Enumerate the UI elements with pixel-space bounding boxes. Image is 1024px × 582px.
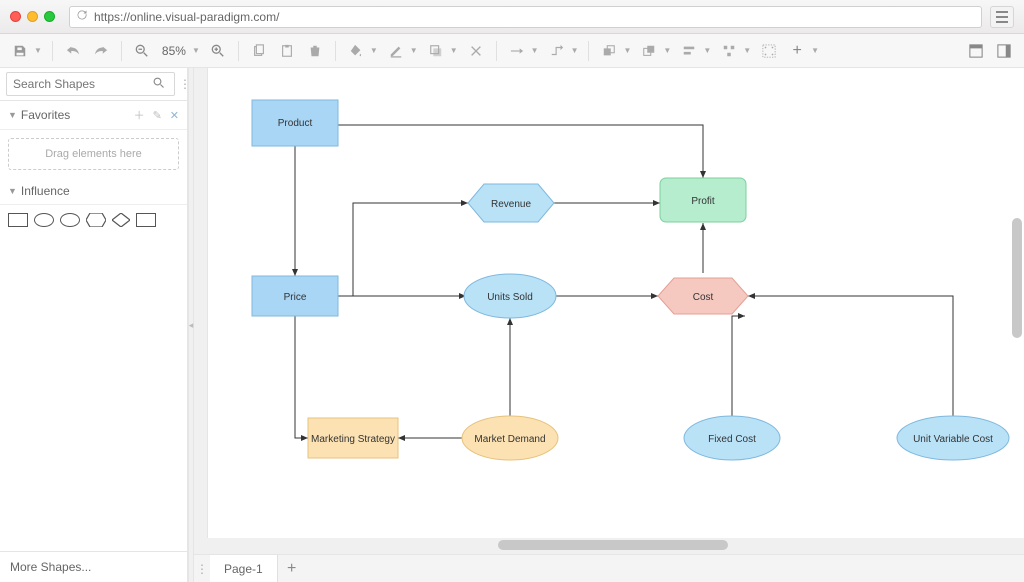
line-color-button[interactable] bbox=[384, 39, 408, 63]
app-menu-icon[interactable] bbox=[990, 6, 1014, 28]
close-favorite-icon[interactable]: ✕ bbox=[170, 109, 179, 122]
add-button[interactable]: + bbox=[785, 39, 809, 63]
edge-variable-cost[interactable] bbox=[748, 296, 953, 418]
vertical-scrollbar[interactable] bbox=[1012, 68, 1022, 538]
add-dropdown-icon[interactable]: ▼ bbox=[811, 46, 819, 55]
node-product[interactable]: Product bbox=[252, 100, 338, 146]
back-dropdown-icon[interactable]: ▼ bbox=[663, 46, 671, 55]
collapse-icon: ▼ bbox=[8, 186, 17, 196]
copy-button[interactable] bbox=[247, 39, 271, 63]
shape-palette bbox=[0, 205, 187, 238]
svg-text:Revenue: Revenue bbox=[491, 199, 531, 210]
influence-title: Influence bbox=[21, 184, 179, 198]
connection-dropdown-icon[interactable]: ▼ bbox=[531, 46, 539, 55]
undo-button[interactable] bbox=[61, 39, 85, 63]
rectangle2-shape[interactable] bbox=[136, 213, 156, 227]
edge-fixed-cost[interactable] bbox=[732, 316, 745, 418]
ellipse-bold-shape[interactable] bbox=[60, 213, 80, 227]
node-fixed-cost[interactable]: Fixed Cost bbox=[684, 416, 780, 460]
maximize-window-icon[interactable] bbox=[44, 11, 55, 22]
window-controls bbox=[10, 11, 55, 22]
svg-text:Cost: Cost bbox=[693, 292, 714, 303]
shapes-sidebar: ⋮ ▼ Favorites ＋ ✎ ✕ Drag elements here ▼… bbox=[0, 68, 188, 582]
diagram-canvas[interactable]: Product Price Revenue Prof bbox=[208, 68, 1024, 538]
node-revenue[interactable]: Revenue bbox=[468, 184, 554, 222]
redo-button[interactable] bbox=[89, 39, 113, 63]
favorites-panel-header[interactable]: ▼ Favorites ＋ ✎ ✕ bbox=[0, 101, 187, 130]
delete-button[interactable] bbox=[303, 39, 327, 63]
node-profit[interactable]: Profit bbox=[660, 178, 746, 222]
url-bar[interactable] bbox=[69, 6, 982, 28]
more-shapes-button[interactable]: More Shapes... bbox=[0, 551, 187, 582]
zoom-out-button[interactable] bbox=[130, 39, 154, 63]
sheet-tabs: ⋮ Page-1 + bbox=[194, 554, 1024, 582]
shadow-dropdown-icon[interactable]: ▼ bbox=[450, 46, 458, 55]
horizontal-scrollbar[interactable] bbox=[208, 540, 1010, 550]
favorites-title: Favorites bbox=[21, 108, 126, 122]
waypoint-dropdown-icon[interactable]: ▼ bbox=[571, 46, 579, 55]
minimize-window-icon[interactable] bbox=[27, 11, 38, 22]
zoom-in-button[interactable] bbox=[206, 39, 230, 63]
node-marketing-strategy[interactable]: Marketing Strategy bbox=[308, 418, 398, 458]
to-back-button[interactable] bbox=[637, 39, 661, 63]
save-button[interactable] bbox=[8, 39, 32, 63]
align-dropdown-icon[interactable]: ▼ bbox=[703, 46, 711, 55]
node-units-sold[interactable]: Units Sold bbox=[464, 274, 556, 318]
connection-button[interactable] bbox=[505, 39, 529, 63]
node-unit-variable-cost[interactable]: Unit Variable Cost bbox=[897, 416, 1009, 460]
sheet-menu-icon[interactable]: ⋮ bbox=[194, 562, 210, 576]
fill-dropdown-icon[interactable]: ▼ bbox=[370, 46, 378, 55]
distribute-button[interactable] bbox=[717, 39, 741, 63]
edge-price-revenue[interactable] bbox=[338, 203, 468, 296]
waypoint-button[interactable] bbox=[545, 39, 569, 63]
outline-panel-button[interactable] bbox=[992, 39, 1016, 63]
line-dropdown-icon[interactable]: ▼ bbox=[410, 46, 418, 55]
ellipse-shape[interactable] bbox=[34, 213, 54, 227]
zoom-dropdown-icon[interactable]: ▼ bbox=[192, 46, 200, 55]
grid-button[interactable] bbox=[757, 39, 781, 63]
favorites-drop-zone[interactable]: Drag elements here bbox=[8, 138, 179, 170]
paste-button[interactable] bbox=[275, 39, 299, 63]
shadow-button[interactable] bbox=[424, 39, 448, 63]
svg-text:Marketing Strategy: Marketing Strategy bbox=[311, 434, 395, 445]
canvas-area: Product Price Revenue Prof bbox=[194, 68, 1024, 582]
collapse-icon: ▼ bbox=[8, 110, 17, 120]
align-button[interactable] bbox=[677, 39, 701, 63]
main-toolbar: ▼ 85% ▼ ▼ ▼ ▼ ▼ ▼ ▼ ▼ ▼ ▼ +▼ bbox=[0, 34, 1024, 68]
svg-text:Product: Product bbox=[278, 118, 313, 129]
svg-text:Price: Price bbox=[284, 292, 307, 303]
tab-page-1[interactable]: Page-1 bbox=[210, 555, 278, 582]
save-dropdown-icon[interactable]: ▼ bbox=[34, 46, 42, 55]
front-dropdown-icon[interactable]: ▼ bbox=[623, 46, 631, 55]
url-input[interactable] bbox=[94, 10, 975, 24]
edit-favorite-icon[interactable]: ✎ bbox=[153, 109, 162, 122]
svg-text:Market Demand: Market Demand bbox=[474, 434, 545, 445]
close-window-icon[interactable] bbox=[10, 11, 21, 22]
style-button[interactable] bbox=[464, 39, 488, 63]
node-price[interactable]: Price bbox=[252, 276, 338, 316]
add-page-button[interactable]: + bbox=[278, 560, 306, 578]
distribute-dropdown-icon[interactable]: ▼ bbox=[743, 46, 751, 55]
search-input[interactable] bbox=[6, 72, 175, 96]
browser-chrome bbox=[0, 0, 1024, 34]
node-cost[interactable]: Cost bbox=[658, 278, 748, 314]
reload-icon[interactable] bbox=[76, 9, 88, 24]
rectangle-shape[interactable] bbox=[8, 213, 28, 227]
edge-product-profit[interactable] bbox=[338, 125, 703, 178]
edge-price-marketing[interactable] bbox=[295, 316, 308, 438]
to-front-button[interactable] bbox=[597, 39, 621, 63]
hexagon-shape[interactable] bbox=[86, 213, 106, 230]
svg-text:Profit: Profit bbox=[691, 196, 715, 207]
svg-text:Fixed Cost: Fixed Cost bbox=[708, 434, 756, 445]
add-favorite-icon[interactable]: ＋ bbox=[134, 107, 145, 123]
zoom-level[interactable]: 85% bbox=[158, 44, 190, 58]
diamond-shape[interactable] bbox=[112, 213, 130, 230]
svg-text:Unit Variable Cost: Unit Variable Cost bbox=[913, 434, 993, 445]
format-panel-button[interactable] bbox=[964, 39, 988, 63]
svg-text:Units Sold: Units Sold bbox=[487, 292, 533, 303]
fill-color-button[interactable] bbox=[344, 39, 368, 63]
node-market-demand[interactable]: Market Demand bbox=[462, 416, 558, 460]
influence-panel-header[interactable]: ▼ Influence bbox=[0, 178, 187, 205]
